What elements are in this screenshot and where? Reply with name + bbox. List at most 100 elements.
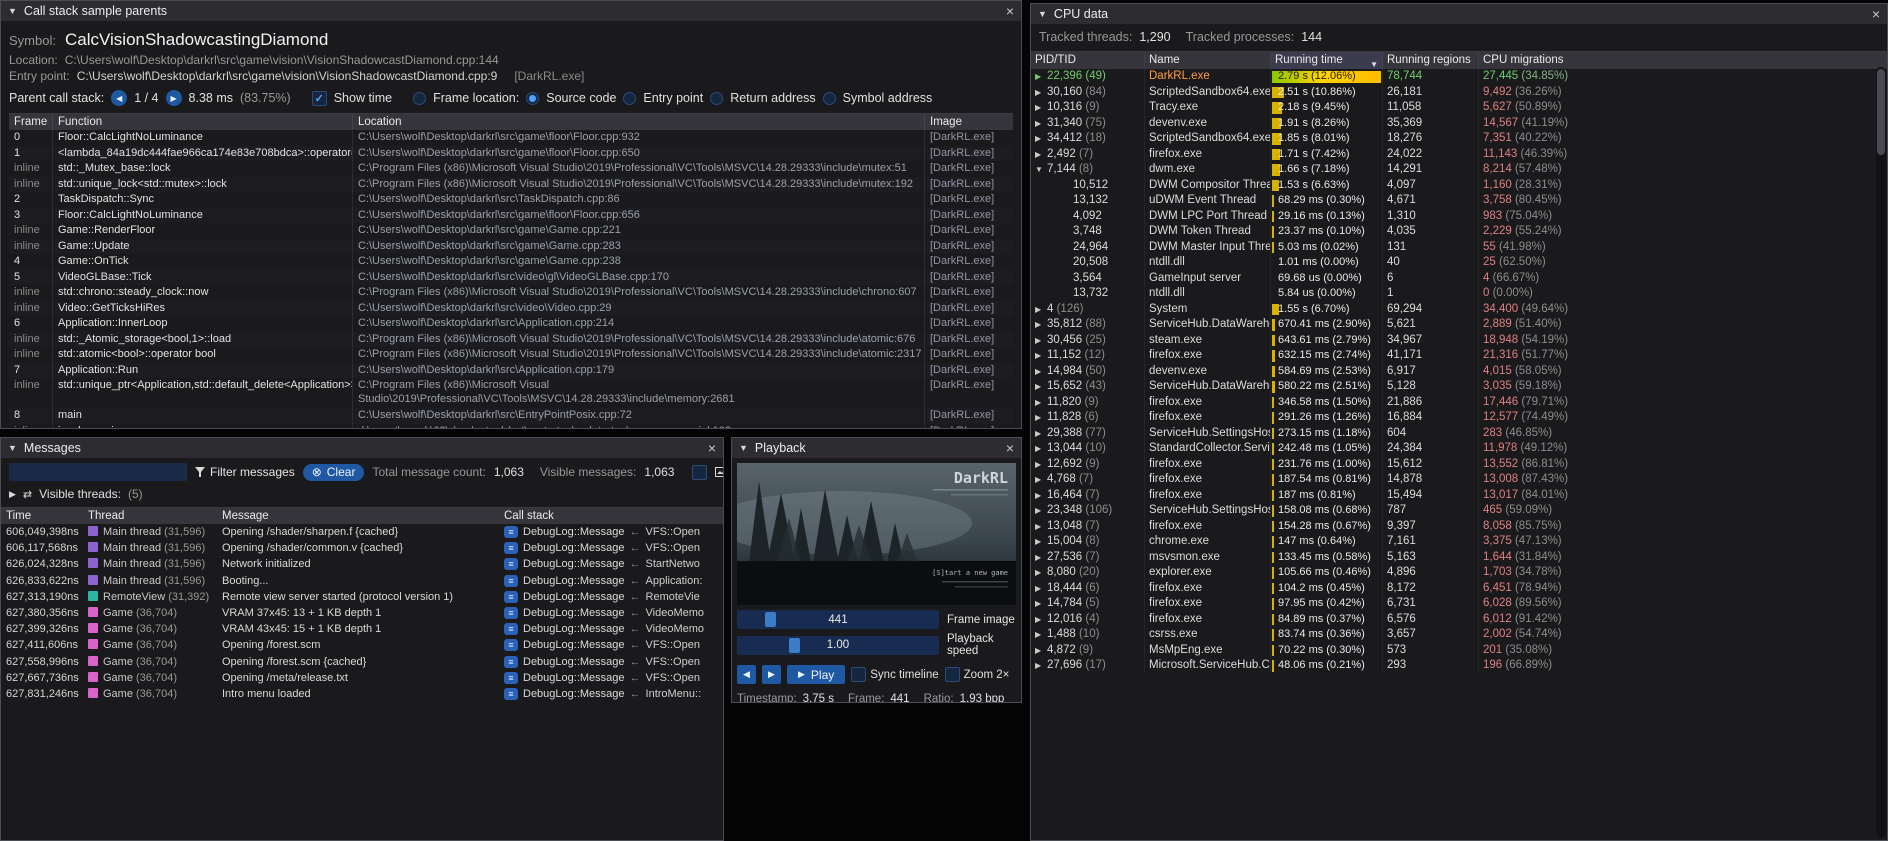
- radio-return-address-label[interactable]: Return address: [730, 91, 815, 105]
- play-button[interactable]: ▶ Play: [787, 665, 845, 684]
- expand-arrow-icon[interactable]: ▶: [1035, 519, 1047, 535]
- playback-speed-slider[interactable]: 1.00: [737, 636, 939, 655]
- callstack-icon[interactable]: ≡: [504, 575, 518, 587]
- callstack-frame-row[interactable]: inlinestd::_Atomic_storage<bool,1>::load…: [9, 332, 1013, 348]
- radio-symbol-address-label[interactable]: Symbol address: [843, 91, 933, 105]
- message-row[interactable]: 626,024,328nsMain thread (31,596)Network…: [1, 556, 723, 572]
- radio-source-code[interactable]: [526, 92, 539, 105]
- expand-arrow-icon[interactable]: ▶: [1035, 643, 1047, 659]
- expand-arrow-icon[interactable]: ▶: [1035, 534, 1047, 550]
- callstack-icon[interactable]: ≡: [504, 607, 518, 619]
- expand-arrow-icon[interactable]: ▶: [1035, 565, 1047, 581]
- cpu-process-row[interactable]: ▶12,692 (9)firefox.exe231.76 ms (1.00%)1…: [1031, 457, 1887, 473]
- cpu-process-row[interactable]: ▶14,784 (5)firefox.exe97.95 ms (0.42%)6,…: [1031, 596, 1887, 612]
- expand-arrow-icon[interactable]: ▶: [1035, 317, 1047, 333]
- column-header-image[interactable]: Image: [925, 114, 1013, 130]
- callstack-icon[interactable]: ≡: [504, 591, 518, 603]
- expand-arrow-icon[interactable]: ▼: [1035, 162, 1047, 178]
- cpu-process-row[interactable]: ▶22,396 (49)DarkRL.exe2.79 s (12.06%)78,…: [1031, 69, 1887, 85]
- callstack-frame-row[interactable]: 7Application::RunC:\Users\wolf\Desktop\d…: [9, 363, 1013, 379]
- cpu-process-row[interactable]: ▶31,340 (75)devenv.exe1.91 s (8.26%)35,3…: [1031, 116, 1887, 132]
- expand-arrow-icon[interactable]: ▶: [1035, 627, 1047, 643]
- cpu-process-row[interactable]: ▶14,984 (50)devenv.exe584.69 ms (2.53%)6…: [1031, 364, 1887, 380]
- callstack-frame-row[interactable]: inlinestd::unique_lock<std::mutex>::lock…: [9, 177, 1013, 193]
- callstack-frame-row[interactable]: inlinestd::unique_ptr<Application,std::d…: [9, 378, 1013, 408]
- callstack-icon[interactable]: ≡: [504, 623, 518, 635]
- cpu-process-row[interactable]: ▶4,092DWM LPC Port Thread29.16 ms (0.13%…: [1031, 209, 1887, 225]
- show-frame-checkbox[interactable]: [692, 465, 707, 480]
- expand-arrow-icon[interactable]: ▶: [1035, 472, 1047, 488]
- expand-arrow-icon[interactable]: ▶: [1035, 364, 1047, 380]
- callstack-frame-row[interactable]: 1<lambda_84a19dc444fae966ca174e83e708bdc…: [9, 146, 1013, 162]
- column-header-time[interactable]: Time: [1, 508, 83, 524]
- cpu-process-row[interactable]: ▶35,812 (88)ServiceHub.DataWarehou670.41…: [1031, 317, 1887, 333]
- filter-messages-button[interactable]: Filter messages: [195, 465, 295, 479]
- callstack-frame-row[interactable]: 3Floor::CalcLightNoLuminanceC:\Users\wol…: [9, 208, 1013, 224]
- callstack-frame-row[interactable]: inlinestd::atomic<bool>::operator boolC:…: [9, 347, 1013, 363]
- close-icon[interactable]: ×: [1006, 4, 1014, 18]
- expand-arrow-icon[interactable]: ▶: [1035, 612, 1047, 628]
- expand-arrow-icon[interactable]: ▶: [1035, 116, 1047, 132]
- cpu-process-row[interactable]: ▶2,492 (7)firefox.exe1.71 s (7.42%)24,02…: [1031, 147, 1887, 163]
- cpu-process-row[interactable]: ▶24,964DWM Master Input Threa5.03 ms (0.…: [1031, 240, 1887, 256]
- cpu-process-row[interactable]: ▶4,768 (7)firefox.exe187.54 ms (0.81%)14…: [1031, 472, 1887, 488]
- cpu-process-row[interactable]: ▶30,160 (84)ScriptedSandbox64.exe2.51 s …: [1031, 85, 1887, 101]
- cpu-process-row[interactable]: ▶3,748DWM Token Thread23.37 ms (0.10%)4,…: [1031, 224, 1887, 240]
- radio-symbol-address[interactable]: [823, 92, 836, 105]
- close-icon[interactable]: ×: [708, 441, 716, 455]
- cpu-process-row[interactable]: ▶1,488 (10)csrss.exe83.74 ms (0.36%)3,65…: [1031, 627, 1887, 643]
- message-row[interactable]: 627,558,996nsGame (36,704)Opening /fores…: [1, 654, 723, 670]
- sync-timeline-checkbox[interactable]: Sync timeline: [851, 667, 938, 682]
- message-row[interactable]: 627,399,326nsGame (36,704)VRAM 43x45: 15…: [1, 621, 723, 637]
- next-callstack-button[interactable]: ▶: [166, 90, 182, 106]
- cpu-scrollbar[interactable]: [1876, 67, 1886, 838]
- frame-image-slider[interactable]: 441: [737, 610, 939, 629]
- callstack-frame-row[interactable]: 0Floor::CalcLightNoLuminanceC:\Users\wol…: [9, 130, 1013, 146]
- callstack-frame-row[interactable]: 6Application::InnerLoopC:\Users\wolf\Des…: [9, 316, 1013, 332]
- expand-arrow-icon[interactable]: ▶: [1035, 348, 1047, 364]
- expand-arrow-icon[interactable]: ▶: [1035, 503, 1047, 519]
- show-time-checkbox[interactable]: [312, 91, 327, 106]
- expand-arrow-icon[interactable]: ▶: [1035, 488, 1047, 504]
- cpu-process-row[interactable]: ▶27,696 (17)Microsoft.ServiceHub.Co48.06…: [1031, 658, 1887, 674]
- callstack-frame-row[interactable]: inlineGame::UpdateC:\Users\wolf\Desktop\…: [9, 239, 1013, 255]
- callstack-frame-row[interactable]: 8mainC:\Users\wolf\Desktop\darkrl\src\En…: [9, 408, 1013, 424]
- collapse-arrow-icon[interactable]: ▼: [8, 6, 17, 16]
- message-row[interactable]: 626,833,622nsMain thread (31,596)Booting…: [1, 573, 723, 589]
- cpu-process-row[interactable]: ▶11,828 (6)firefox.exe291.26 ms (1.26%)1…: [1031, 410, 1887, 426]
- cpu-process-row[interactable]: ▼7,144 (8)dwm.exe1.66 s (7.18%)14,2918,2…: [1031, 162, 1887, 178]
- collapse-arrow-icon[interactable]: ▼: [8, 443, 17, 453]
- message-row[interactable]: 627,411,606nsGame (36,704)Opening /fores…: [1, 637, 723, 653]
- expand-arrow-icon[interactable]: ▶: [1035, 426, 1047, 442]
- callstack-frame-row[interactable]: inlinestd::chrono::steady_clock::nowC:\P…: [9, 285, 1013, 301]
- playback-titlebar[interactable]: ▼ Playback ×: [732, 438, 1021, 458]
- cpu-process-row[interactable]: ▶30,456 (25)steam.exe643.61 ms (2.79%)34…: [1031, 333, 1887, 349]
- expand-arrow-icon[interactable]: ▶: [1035, 379, 1047, 395]
- clear-button[interactable]: ⊗ Clear: [303, 464, 365, 481]
- messages-titlebar[interactable]: ▼ Messages ×: [1, 438, 723, 458]
- callstack-frame-row[interactable]: 5VideoGLBase::TickC:\Users\wolf\Desktop\…: [9, 270, 1013, 286]
- cpu-scrollbar-thumb[interactable]: [1877, 69, 1885, 155]
- column-header-function[interactable]: Function: [53, 114, 353, 130]
- cpu-process-row[interactable]: ▶11,820 (9)firefox.exe346.58 ms (1.50%)2…: [1031, 395, 1887, 411]
- cpu-process-row[interactable]: ▶4 (126)System1.55 s (6.70%)69,29434,400…: [1031, 302, 1887, 318]
- expand-arrow-icon[interactable]: ▶: [1035, 85, 1047, 101]
- column-header-name[interactable]: Name: [1145, 52, 1271, 69]
- message-row[interactable]: 627,380,356nsGame (36,704)VRAM 37x45: 13…: [1, 605, 723, 621]
- close-icon[interactable]: ×: [1872, 7, 1880, 21]
- message-row[interactable]: 627,831,246nsGame (36,704)Intro menu loa…: [1, 686, 723, 702]
- callstack-frame-row[interactable]: inlineinvoke_maind:\agent\_work\63\s\src…: [9, 424, 1013, 430]
- callstack-frame-row[interactable]: inlineGame::RenderFloorC:\Users\wolf\Des…: [9, 223, 1013, 239]
- message-row[interactable]: 606,049,398nsMain thread (31,596)Opening…: [1, 524, 723, 540]
- column-header-running-regions[interactable]: Running regions: [1383, 52, 1479, 69]
- zoom-2x-box[interactable]: [945, 667, 960, 682]
- expand-arrow-icon[interactable]: ▶: [1035, 131, 1047, 147]
- expand-arrow-icon[interactable]: ▶: [1035, 658, 1047, 674]
- expand-arrow-icon[interactable]: ▶: [1035, 69, 1047, 85]
- cpu-process-row[interactable]: ▶8,080 (20)explorer.exe105.66 ms (0.46%)…: [1031, 565, 1887, 581]
- step-back-button[interactable]: ◀: [737, 665, 756, 684]
- message-row[interactable]: 627,313,190nsRemoteView (31,392)Remote v…: [1, 589, 723, 605]
- expand-threads-icon[interactable]: ▶: [9, 489, 16, 500]
- radio-return-address[interactable]: [710, 92, 723, 105]
- column-header-message[interactable]: Message: [217, 508, 499, 524]
